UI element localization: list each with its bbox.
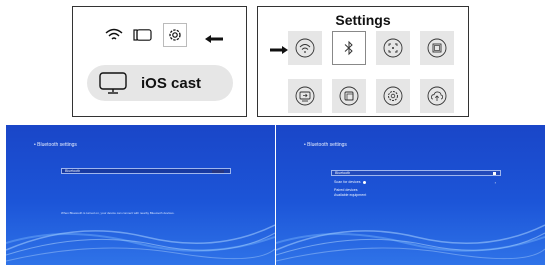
bluetooth-screen-off: • Bluetooth settings Bluetooth When Blue… (6, 125, 275, 265)
arrow-right-icon (270, 46, 288, 54)
bluetooth-label: Bluetooth (65, 169, 81, 173)
ios-cast-label: iOS cast (141, 74, 202, 92)
settings-gear-icon (383, 86, 403, 106)
input-source-icon (295, 86, 315, 106)
bluetooth-screen-on: • Bluetooth settings Bluetooth Scan for … (276, 125, 545, 265)
wifi-icon[interactable] (105, 28, 123, 42)
tile-bluetooth[interactable] (332, 31, 366, 65)
tile-screen-focus[interactable] (376, 31, 410, 65)
ios-cast-button[interactable]: iOS cast (87, 65, 233, 101)
settings-grid (288, 31, 454, 113)
bluetooth-label: Bluetooth (335, 171, 351, 175)
arrow-left-icon (205, 35, 223, 43)
status-icons (105, 23, 187, 47)
bluetooth-toggle-row[interactable]: Bluetooth (61, 168, 231, 174)
tile-display[interactable] (332, 79, 366, 113)
tv-icon (99, 72, 127, 94)
chevron-right-icon: › (494, 180, 496, 185)
settings-panel: Settings (257, 6, 469, 117)
screen-title: • Bluetooth settings (304, 142, 347, 148)
screen-title: • Bluetooth settings (34, 142, 77, 148)
tile-input-source[interactable] (288, 79, 322, 113)
usb-drive-icon[interactable] (133, 29, 153, 41)
bluetooth-toggle-row[interactable]: Bluetooth (331, 170, 501, 176)
scan-for-devices-row[interactable]: Scan for devices › (334, 180, 499, 185)
available-equipment-label: Available equipment (334, 193, 367, 197)
tile-upgrade[interactable] (420, 79, 454, 113)
upgrade-icon (427, 86, 447, 106)
display-icon (339, 86, 359, 106)
tile-keystone[interactable] (420, 31, 454, 65)
tile-settings[interactable] (376, 79, 410, 113)
home-panel: iOS cast (72, 6, 247, 117)
scan-label: Scan for devices (334, 180, 361, 184)
wifi-icon (295, 38, 315, 58)
settings-title: Settings (335, 12, 391, 28)
settings-gear-button[interactable] (163, 23, 187, 47)
paired-devices-label: Paired devices (334, 188, 358, 192)
bluetooth-icon (344, 40, 353, 56)
screen-focus-icon (383, 38, 403, 58)
bluetooth-hint: When Bluetooth is turned on, your device… (61, 211, 175, 215)
gear-icon (169, 29, 181, 41)
tile-wifi[interactable] (288, 31, 322, 65)
info-icon (362, 180, 366, 184)
keystone-icon (427, 38, 447, 58)
bluetooth-toggle-off[interactable] (212, 170, 224, 173)
bluetooth-toggle-on[interactable] (493, 172, 496, 175)
